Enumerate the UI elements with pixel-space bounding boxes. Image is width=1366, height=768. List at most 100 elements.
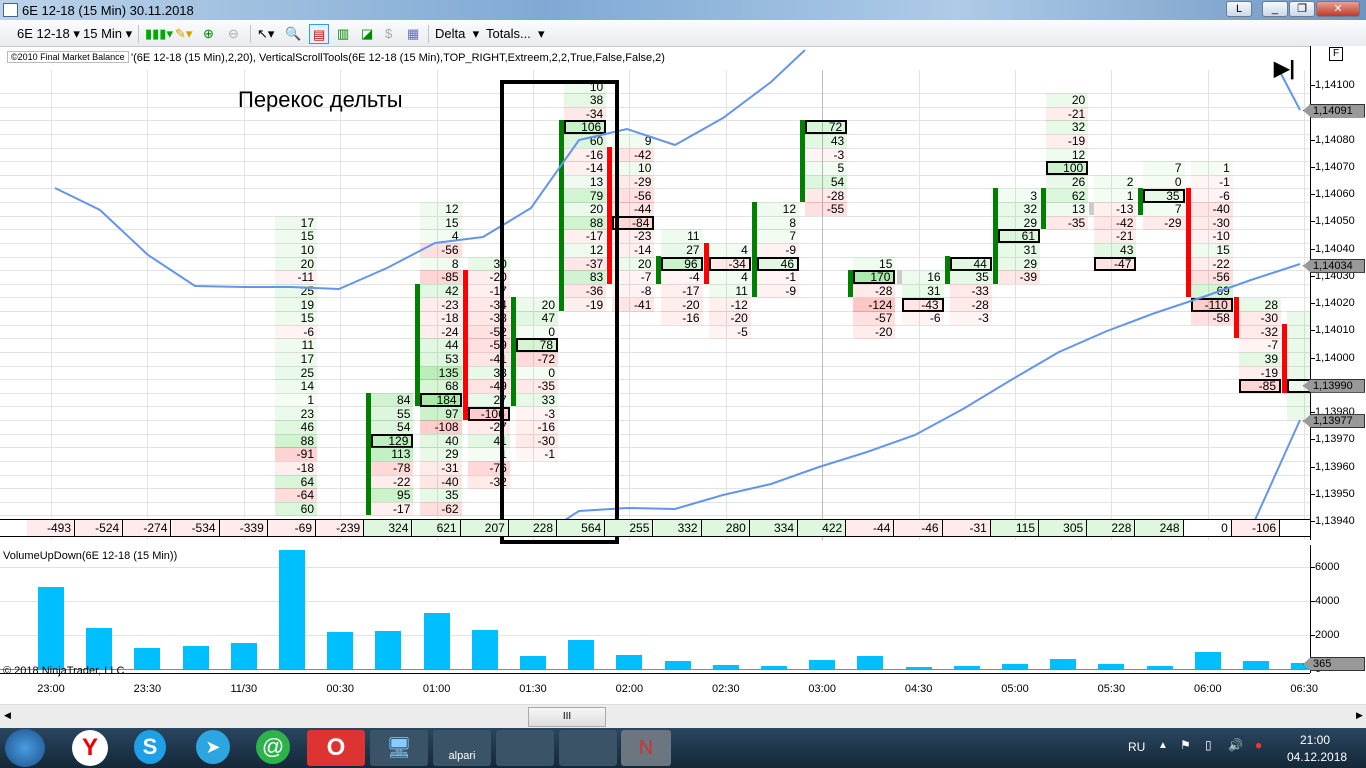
price-label: 1,14000	[1311, 351, 1355, 364]
horizontal-scrollbar[interactable]: ◀ III ▶	[0, 704, 1366, 728]
time-label: 23:30	[133, 683, 162, 695]
candle-up	[848, 269, 854, 298]
volume-bar	[1098, 663, 1125, 669]
power-icon[interactable]: ▯	[1205, 738, 1212, 752]
footprint-cell: 11	[275, 338, 317, 353]
footprint-cell: 40	[419, 433, 462, 448]
volume-bar	[520, 656, 546, 669]
footprint-cell: -35	[1046, 215, 1089, 230]
footprint-cell: 84	[371, 392, 414, 407]
totals-dropdown[interactable]: Totals... ▾	[483, 24, 548, 44]
candles-icon[interactable]: ▥	[334, 24, 352, 44]
terminal-1-icon[interactable]	[496, 730, 554, 766]
footprint-cell: 17	[275, 352, 317, 366]
grid-line-v	[51, 70, 52, 540]
grid-line-h	[0, 93, 1310, 94]
zoom-out-icon[interactable]: ⊖	[225, 24, 242, 44]
scroll-right-icon[interactable]: ▶	[1356, 710, 1363, 721]
skype-icon[interactable]: S	[134, 730, 166, 764]
grid-line-h	[0, 106, 1310, 108]
candle-up	[944, 256, 950, 284]
time-label: 11/30	[230, 683, 258, 695]
telegram-icon[interactable]: ➤	[196, 730, 230, 764]
volume-icon[interactable]: 🔊	[1228, 738, 1243, 752]
language-indicator[interactable]: RU	[1128, 740, 1145, 754]
network-alert-icon[interactable]: ●	[1255, 738, 1262, 752]
price-marker: 1,13977	[1303, 414, 1365, 429]
cursor-icon[interactable]: ↖▾	[254, 24, 277, 44]
link-button[interactable]: L	[1226, 1, 1252, 17]
window-title: 6E 12-18 (15 Min) 30.11.2018	[22, 3, 194, 18]
volume-bar	[1194, 652, 1221, 669]
footprint-cell: 28	[1239, 297, 1281, 312]
clock-date[interactable]: 04.12.2018	[1287, 750, 1347, 764]
scroll-left-icon[interactable]: ◀	[4, 710, 11, 721]
footprint-cell	[1287, 324, 1310, 339]
ninjatrader-icon[interactable]: N	[621, 730, 671, 766]
footprint-icon[interactable]: ▤	[309, 24, 330, 44]
close-button[interactable]: ✕	[1316, 1, 1360, 17]
price-axis[interactable]: F 1,141001,140901,140801,140701,140601,1…	[1303, 46, 1366, 540]
footprint-cell: -16	[660, 311, 703, 326]
terminal-2-icon[interactable]	[559, 730, 617, 766]
footprint-cell: 1	[275, 392, 317, 407]
flag-icon[interactable]: ⚑	[1180, 738, 1191, 752]
footprint-cell: -19	[1239, 365, 1281, 380]
footprint-cell: -30	[1190, 215, 1233, 230]
footprint-cell: 27	[660, 243, 703, 257]
properties-icon[interactable]: ▦	[404, 24, 422, 44]
alpari-icon[interactable]: alpari	[433, 730, 491, 766]
footprint-cell: -6	[1190, 188, 1233, 203]
clock-time[interactable]: 21:00	[1300, 733, 1330, 747]
volume-axis: 6000400020000365	[1303, 545, 1366, 675]
total-cell: -106	[1232, 520, 1280, 536]
mail-agent-icon[interactable]: @	[256, 730, 290, 764]
grid-line-h	[0, 161, 1310, 163]
annotation-rectangle[interactable]	[500, 80, 619, 544]
yandex-icon[interactable]: Y	[72, 730, 108, 766]
footprint-cell: 68	[419, 379, 462, 394]
footprint-chart[interactable]: 17 15 10 20 -11 25 19 15 -6 11 17 25 14 1 23 46 88 -91 -18…	[0, 70, 1310, 540]
zoom-in-icon[interactable]: ⊕	[200, 24, 217, 44]
footprint-cell: -6	[275, 324, 317, 339]
delta-dropdown[interactable]: Delta ▾	[432, 24, 482, 44]
magnifier-icon[interactable]: 🔍	[282, 24, 304, 44]
price-label: 1,14050	[1311, 215, 1355, 228]
footprint-cell: 5	[805, 161, 848, 176]
footprint-cell: -6	[901, 311, 944, 326]
start-button[interactable]	[5, 729, 45, 767]
f-button[interactable]: F	[1329, 47, 1343, 61]
minimize-button[interactable]: _	[1262, 1, 1288, 17]
interval-dropdown[interactable]: 15 Min ▾	[80, 24, 135, 44]
candle-down	[1234, 297, 1239, 339]
instrument-dropdown[interactable]: 6E 12-18 ▾	[14, 24, 83, 44]
total-cell: 115	[991, 520, 1039, 536]
chart-style-icon[interactable]: ▮▮▮▾	[142, 24, 176, 44]
restore-button[interactable]: ❐	[1289, 1, 1315, 17]
footprint-cell: 29	[419, 447, 462, 462]
dollar-icon[interactable]: $	[382, 24, 395, 44]
footprint-cell: -7	[1239, 338, 1281, 353]
tray-expand-icon[interactable]: ▲	[1158, 740, 1168, 751]
footprint-cell: -28	[949, 297, 992, 312]
price-label: 1,14060	[1311, 188, 1355, 200]
total-cell: -274	[123, 520, 172, 536]
candle-up	[993, 188, 998, 284]
scrollbar-thumb[interactable]: III	[528, 707, 606, 727]
poc-cell: 96	[660, 256, 703, 271]
volume-bar	[86, 628, 113, 669]
footprint-cell: 29	[998, 215, 1040, 230]
remote-desktop-icon[interactable]: 🖥	[370, 730, 428, 766]
candle-flat	[896, 269, 902, 284]
footprint-cell: -20	[708, 311, 751, 326]
pencil-icon[interactable]: ✎▾	[172, 24, 195, 44]
total-cell: -339	[219, 520, 268, 536]
indicator-chart-icon[interactable]: ◪	[358, 24, 376, 44]
footprint-cell	[1287, 311, 1310, 326]
footprint-cell: 62	[1046, 188, 1089, 203]
footprint-cell: 16	[901, 270, 944, 285]
footprint-cell: -1	[1190, 174, 1233, 189]
footprint-cell: 31	[901, 283, 944, 298]
scroll-to-end-icon[interactable]: ▶|	[1274, 56, 1295, 81]
opera-icon[interactable]: O	[307, 730, 365, 766]
